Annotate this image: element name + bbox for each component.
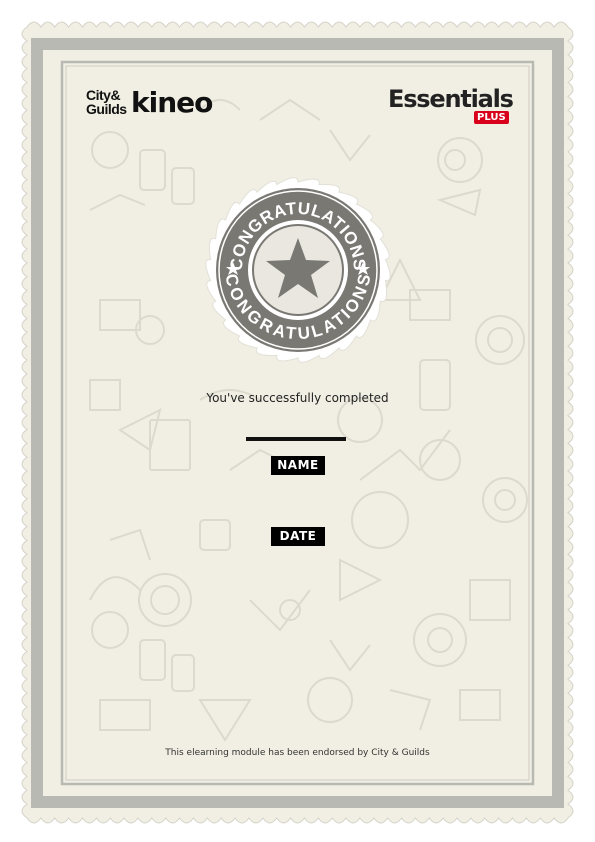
course-title-line	[246, 437, 346, 441]
plus-badge: PLUS	[474, 111, 509, 124]
completed-text: You've successfully completed	[206, 391, 389, 405]
city-guilds-logo: City& Guilds	[86, 88, 127, 116]
scalloped-edge	[21, 21, 574, 824]
endorsement-footer: This elearning module has been endorsed …	[165, 748, 430, 758]
city-guilds-line2: Guilds	[86, 101, 127, 117]
name-label: NAME	[271, 456, 325, 475]
date-label: DATE	[271, 527, 325, 546]
essentials-logo: Essentials	[388, 85, 514, 113]
kineo-logo: kineo	[131, 86, 213, 119]
certificate-stamp-background: CONGRATULATIONS CONGRATULATIONS	[21, 21, 574, 824]
city-guilds-line1: City&	[86, 87, 121, 103]
